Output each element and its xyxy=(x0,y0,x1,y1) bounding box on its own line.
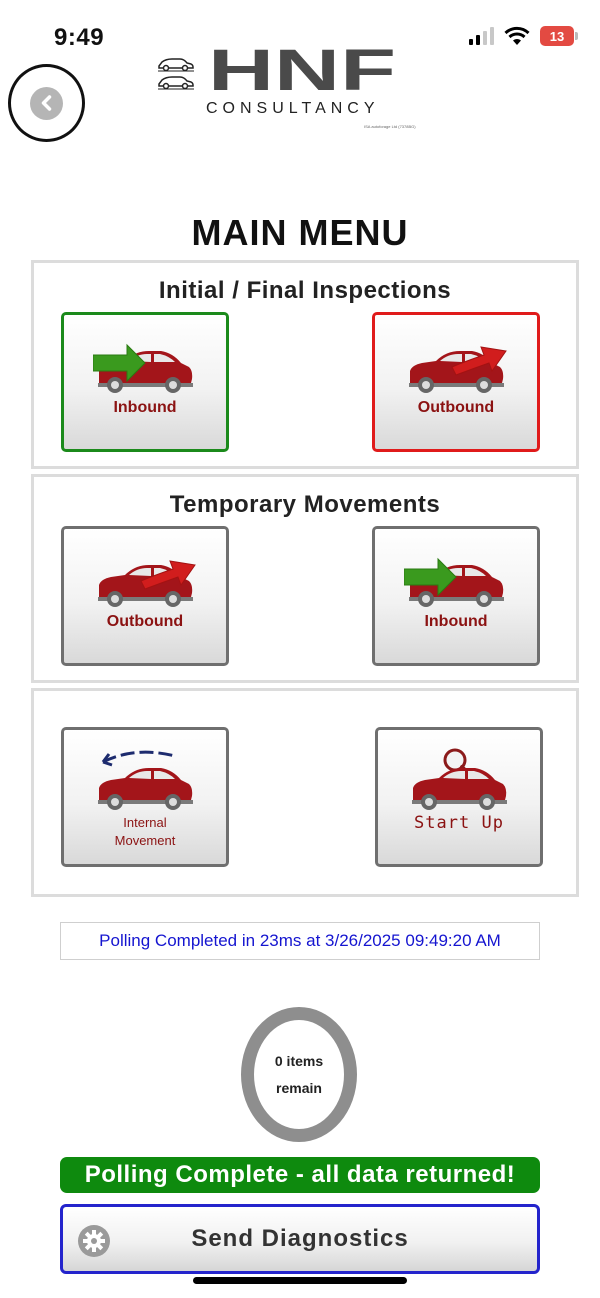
back-button[interactable] xyxy=(8,64,85,142)
logo-tagline: ISA autoforage Ltd (7378BG) xyxy=(364,124,416,129)
tile-label: Start Up xyxy=(414,813,504,833)
car-inbound-icon xyxy=(93,343,193,393)
tile-label-line1: Internal xyxy=(123,815,167,830)
logo-wordmark: HNF xyxy=(208,44,396,98)
counter-line1: 0 items xyxy=(274,1052,324,1069)
battery-icon: 13 xyxy=(540,26,578,46)
page-title: MAIN MENU xyxy=(191,212,409,253)
polling-status: Polling Completed in 23ms at 3/26/2025 0… xyxy=(60,922,540,960)
temporary-outbound-button[interactable]: Outbound xyxy=(61,526,229,666)
inspection-outbound-button[interactable]: Outbound xyxy=(372,312,540,452)
section-other: Internal Movement Start Up xyxy=(31,688,579,897)
home-indicator[interactable] xyxy=(193,1277,407,1284)
send-diagnostics-button[interactable]: Send Diagnostics xyxy=(60,1204,540,1274)
tile-label: Internal Movement xyxy=(115,814,176,850)
battery-level: 13 xyxy=(549,28,565,44)
car-inbound-icon xyxy=(404,557,504,607)
car-internal-movement-icon xyxy=(98,750,193,810)
car-search-icon xyxy=(412,748,507,810)
tile-label: Inbound xyxy=(113,399,177,416)
signal-icon xyxy=(469,27,494,45)
logo-main: HNF xyxy=(208,44,396,98)
section-title: Temporary Movements xyxy=(169,491,441,518)
section-temporary-movements: Temporary Movements Outbound Inbound xyxy=(31,474,579,683)
tile-label: Outbound xyxy=(106,613,184,630)
temporary-inbound-button[interactable]: Inbound xyxy=(372,526,540,666)
start-up-button[interactable]: Start Up xyxy=(375,727,543,867)
chevron-left-icon xyxy=(30,86,63,120)
counter-line2: remain xyxy=(276,1079,322,1096)
tile-label-line2: Movement xyxy=(114,833,176,848)
logo-sub: CONSULTANCY xyxy=(206,100,380,117)
status-time: 9:49 xyxy=(54,24,105,51)
wifi-icon xyxy=(504,26,530,45)
section-title: Initial / Final Inspections xyxy=(158,277,452,304)
gear-icon xyxy=(78,1225,110,1257)
car-icon xyxy=(158,58,194,90)
car-outbound-icon xyxy=(98,560,196,607)
polling-complete-banner: Polling Complete - all data returned! xyxy=(60,1157,540,1193)
items-remaining-counter: 0 items remain xyxy=(241,1007,357,1142)
hnf-logo: HNF CONSULTANCY ISA autoforage Ltd (7378… xyxy=(156,44,426,136)
section-inspections: Initial / Final Inspections Inbound Outb… xyxy=(31,260,579,469)
inspection-inbound-button[interactable]: Inbound xyxy=(61,312,229,452)
internal-movement-button[interactable]: Internal Movement xyxy=(61,727,229,867)
tile-label: Outbound xyxy=(417,399,495,416)
tile-label: Inbound xyxy=(424,613,488,630)
car-outbound-icon xyxy=(409,346,507,393)
status-icons: 13 xyxy=(469,26,578,46)
send-diagnostics-label: Send Diagnostics xyxy=(191,1225,409,1252)
